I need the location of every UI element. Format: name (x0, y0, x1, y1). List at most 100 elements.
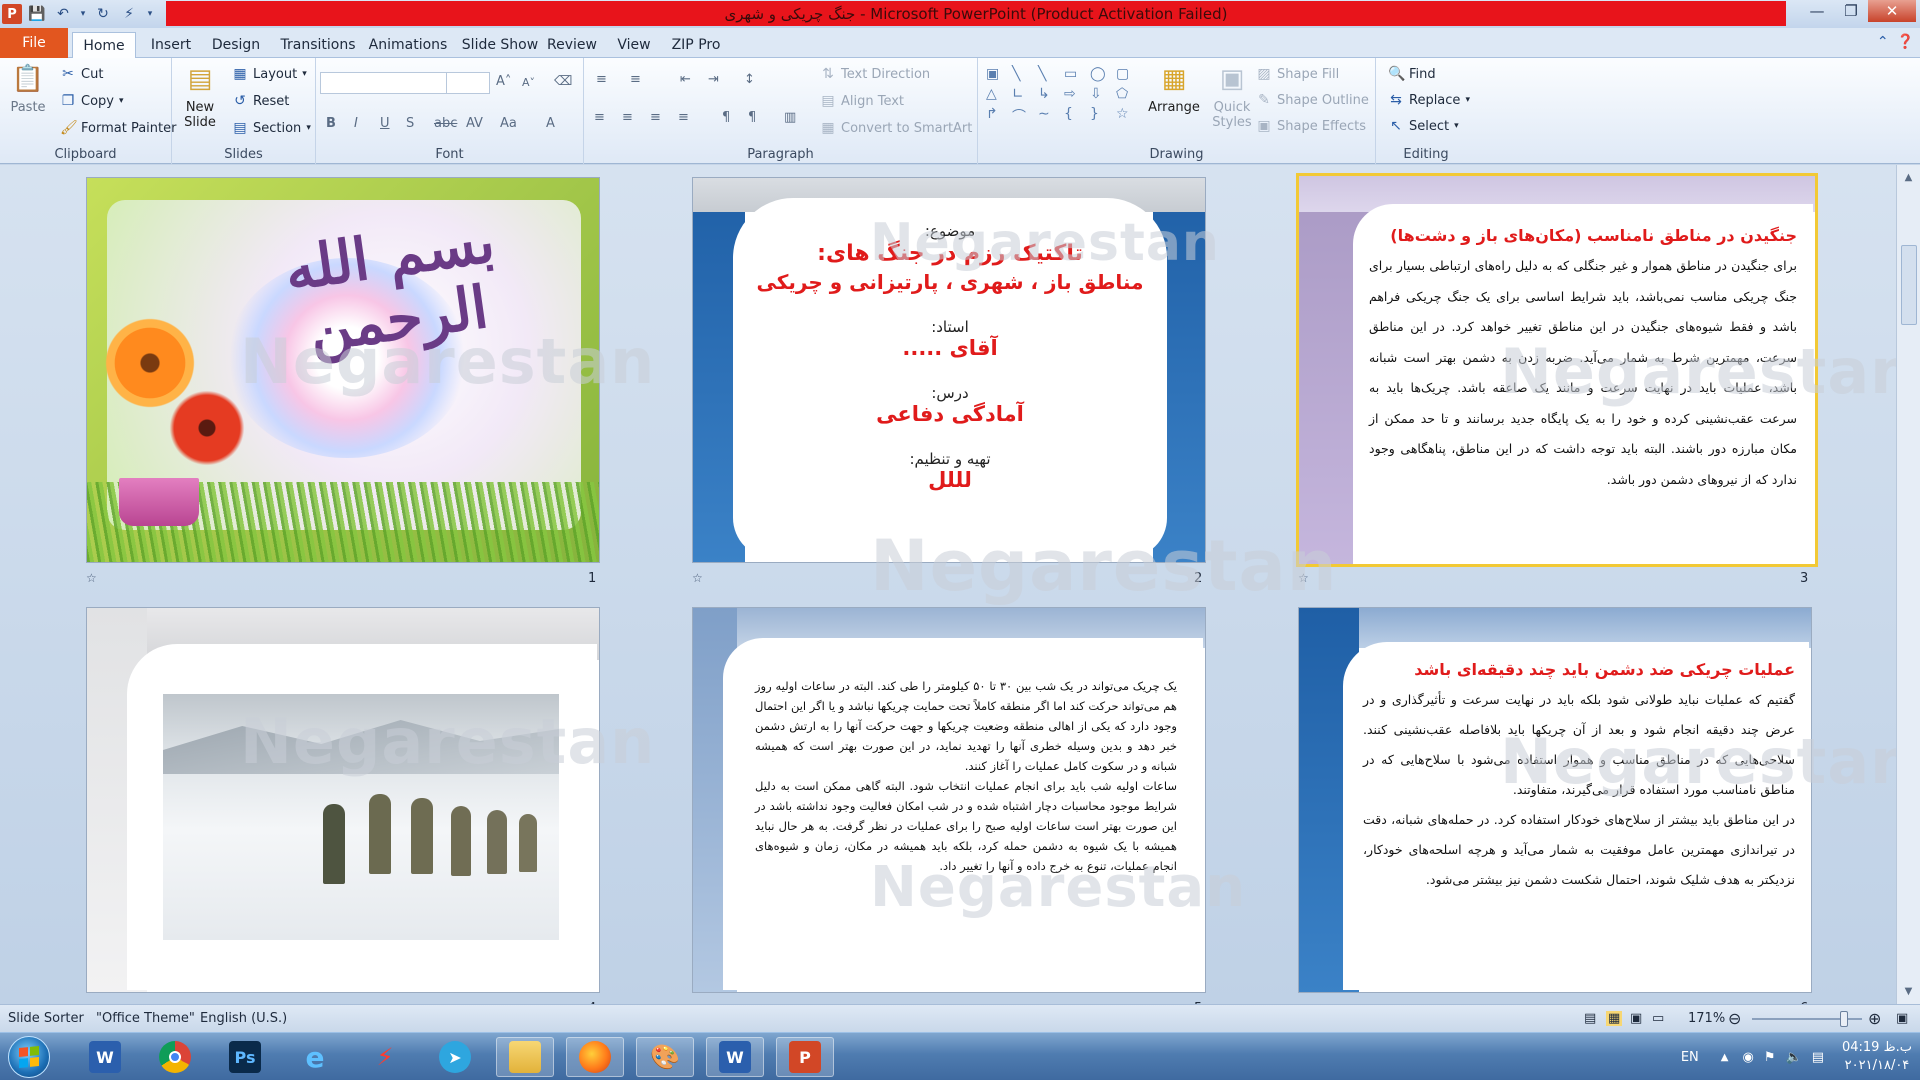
status-theme-name[interactable]: "Office Theme" (96, 1011, 195, 1026)
font-color-icon[interactable]: A (546, 116, 555, 131)
slide-sorter-pane[interactable]: بسم الله الرحمن ☆ 1 موضوع: تاکتیک رزم در … (0, 165, 1896, 1004)
tab-slide-show[interactable]: Slide Show (456, 32, 544, 58)
slideshow-view-icon[interactable]: ▭ (1652, 1011, 1664, 1026)
powerpoint-app-icon[interactable]: P (2, 4, 22, 24)
character-spacing-icon[interactable]: AV (466, 116, 483, 131)
triangle-shape-icon[interactable]: △ (986, 86, 1008, 102)
tab-animations[interactable]: Animations (364, 32, 452, 58)
decrease-indent-icon[interactable]: ⇤ (680, 72, 691, 87)
customize-qat-icon[interactable]: ▾ (144, 3, 156, 25)
brace-shape-icon[interactable]: } (1090, 106, 1112, 126)
zoom-slider-knob[interactable] (1840, 1011, 1848, 1027)
align-text-button[interactable]: ▤ Align Text (820, 93, 904, 109)
taskbar-word-mini[interactable]: W (76, 1037, 134, 1077)
transition-star-icon[interactable]: ☆ (692, 571, 703, 585)
textbox-shape-icon[interactable]: ▣ (986, 66, 1008, 82)
bold-icon[interactable]: B (326, 116, 336, 131)
star-shape-icon[interactable]: ☆ (1116, 106, 1138, 126)
undo-dropdown-icon[interactable]: ▾ (78, 3, 88, 25)
transition-star-icon[interactable]: ☆ (1298, 571, 1309, 585)
slide-sorter-view-icon[interactable]: ▦ (1606, 1011, 1623, 1026)
tab-design[interactable]: Design (204, 32, 268, 58)
format-painter-button[interactable]: 🖌 Format Painter (60, 120, 176, 136)
transition-star-icon[interactable]: ☆ (86, 571, 97, 585)
volume-icon[interactable]: 🔈 (1786, 1050, 1802, 1065)
zoom-in-icon[interactable]: ⊕ (1868, 1009, 1881, 1028)
elbow-shape-icon[interactable]: ∟ (1012, 86, 1034, 102)
tab-view[interactable]: View (614, 32, 654, 58)
normal-view-icon[interactable]: ▤ (1584, 1011, 1596, 1026)
minimize-ribbon-icon[interactable]: ⌃ (1877, 34, 1889, 50)
taskbar-clock[interactable]: 04:19 ب.ظ ۲۰۲۱/۱۸/۰۴ (1842, 1039, 1912, 1075)
new-slide-button[interactable]: ▤ New Slide (180, 62, 220, 131)
taskbar-word[interactable]: W (706, 1037, 764, 1077)
slide-thumbnail-6[interactable]: عملیات چریکی ضد دشمن باید چند دقیقه‌ای ب… (1298, 607, 1812, 993)
find-button[interactable]: 🔍 Find (1388, 66, 1436, 82)
repeat-icon[interactable]: ⚡ (118, 3, 140, 25)
align-center-icon[interactable]: ≡ (622, 110, 633, 125)
scroll-up-icon[interactable]: ▲ (1900, 169, 1917, 186)
font-name-box[interactable] (320, 72, 448, 94)
strikethrough-icon[interactable]: abc (434, 116, 457, 131)
status-language[interactable]: English (U.S.) (200, 1011, 287, 1026)
pentagon-shape-icon[interactable]: ⬠ (1116, 86, 1138, 102)
line-shape-icon[interactable]: ╲ (1012, 66, 1034, 82)
reset-button[interactable]: ↺ Reset (232, 93, 289, 109)
language-indicator[interactable]: EN (1681, 1050, 1699, 1065)
slide-thumbnail-2[interactable]: موضوع: تاکتیک رزم در جنگ های: مناطق باز … (692, 177, 1206, 563)
taskbar-file-explorer[interactable] (496, 1037, 554, 1077)
shape-outline-button[interactable]: ✎ Shape Outline (1256, 92, 1369, 108)
tab-file[interactable]: File (0, 28, 68, 58)
rounded-rect-shape-icon[interactable]: ▢ (1116, 66, 1138, 82)
tab-zip-pro[interactable]: ZIP Pro (668, 32, 724, 58)
change-case-icon[interactable]: Aa (500, 116, 517, 131)
select-button[interactable]: ↖ Select ▾ (1388, 118, 1459, 134)
italic-icon[interactable]: I (354, 116, 358, 131)
connector-shape-icon[interactable]: ↳ (1038, 86, 1060, 102)
taskbar-chrome[interactable] (146, 1037, 204, 1077)
save-icon[interactable]: 💾 (26, 3, 48, 25)
scroll-down-icon[interactable]: ▼ (1900, 983, 1917, 1000)
taskbar-flash[interactable]: ⚡ (356, 1037, 414, 1077)
tab-insert[interactable]: Insert (142, 32, 200, 58)
copy-button[interactable]: ❐ Copy ▾ (60, 93, 124, 109)
taskbar-photoshop[interactable]: Ps (216, 1037, 274, 1077)
layout-button[interactable]: ▦ Layout ▾ (232, 66, 306, 82)
line-spacing-icon[interactable]: ↕ (744, 72, 755, 87)
numbering-icon[interactable]: ≡ (630, 72, 641, 87)
start-button[interactable] (8, 1036, 50, 1078)
restore-button[interactable]: ❐ (1834, 0, 1868, 22)
clear-formatting-icon[interactable]: ⌫ (554, 74, 572, 89)
align-left-icon[interactable]: ≡ (594, 110, 605, 125)
undo-icon[interactable]: ↶ (52, 3, 74, 25)
shrink-font-icon[interactable]: A˅ (522, 76, 535, 89)
slide-thumbnail-5[interactable]: یک چریک می‌تواند در یک شب بین ۳۰ تا ۵۰ ک… (692, 607, 1206, 993)
oval-shape-icon[interactable]: ◯ (1090, 66, 1112, 82)
rectangle-shape-icon[interactable]: ▭ (1064, 66, 1086, 82)
arrow-shape-icon[interactable]: ⇨ (1064, 86, 1086, 102)
brace-shape-icon[interactable]: { (1064, 106, 1086, 126)
tab-review[interactable]: Review (546, 32, 598, 58)
taskbar-internet-explorer[interactable]: e (286, 1037, 344, 1077)
font-size-box[interactable] (446, 72, 490, 94)
arrange-button[interactable]: ▦ Arrange (1144, 62, 1204, 116)
grow-font-icon[interactable]: A˄ (496, 74, 511, 89)
columns-icon[interactable]: ▥ (784, 110, 796, 125)
show-hidden-icons-icon[interactable]: ▲ (1721, 1052, 1729, 1063)
shape-effects-button[interactable]: ▣ Shape Effects (1256, 118, 1366, 134)
slide-thumbnail-3[interactable]: جنگیدن در مناطق نامناسب (مکان‌های باز و … (1296, 173, 1818, 567)
paste-button[interactable]: 📋 Paste (6, 62, 50, 116)
help-icon[interactable]: ❓ (1897, 34, 1914, 50)
close-button[interactable]: ✕ (1868, 0, 1916, 22)
scroll-thumb[interactable] (1901, 245, 1917, 325)
cut-button[interactable]: ✂ Cut (60, 66, 103, 82)
line-shape-icon[interactable]: ╲ (1038, 66, 1060, 82)
arc-shape-icon[interactable]: ⌒ (1012, 106, 1034, 126)
convert-smartart-button[interactable]: ▦ Convert to SmartArt (820, 120, 972, 136)
ltr-icon[interactable]: ¶ (722, 110, 730, 125)
down-arrow-shape-icon[interactable]: ⇩ (1090, 86, 1112, 102)
reading-view-icon[interactable]: ▣ (1630, 1011, 1642, 1026)
shapes-gallery[interactable]: ▣ ╲ ╲ ▭ ◯ ▢ △ ∟ ↳ ⇨ ⇩ ⬠ ↱ ⌒ ∼ { } ☆ (986, 66, 1129, 126)
rtl-icon[interactable]: ¶ (748, 110, 756, 125)
zoom-out-icon[interactable]: ⊖ (1728, 1009, 1741, 1028)
